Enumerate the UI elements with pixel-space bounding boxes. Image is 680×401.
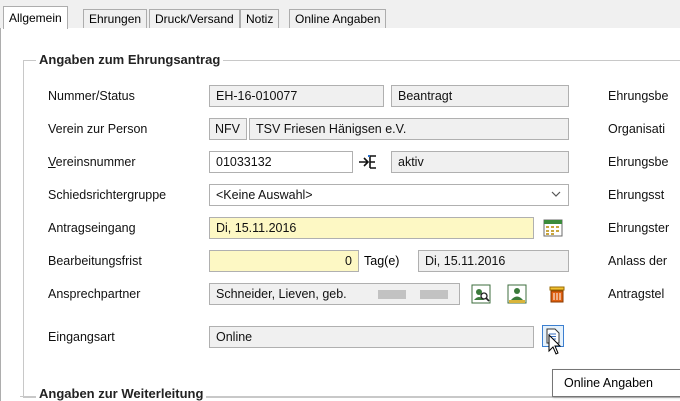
right-label-ehrungsbe: Ehrungsbe <box>608 89 669 103</box>
verband-short-field: NFV <box>209 118 247 140</box>
tab-ehrungen[interactable]: Ehrungen <box>83 9 148 28</box>
schiedsrichtergruppe-select[interactable]: <Keine Auswahl> <box>209 184 569 206</box>
link-arrow-icon[interactable] <box>357 151 379 173</box>
tab-online-angaben[interactable]: Online Angaben <box>289 9 387 28</box>
ansprechpartner-field: Schneider, Lieven, geb. <box>209 283 460 305</box>
right-label-ehrungsbe-2: Ehrungsbe <box>608 155 669 169</box>
right-label-anlass: Anlass der <box>608 254 668 268</box>
schiedsrichtergruppe-value: <Keine Auswahl> <box>216 188 313 202</box>
antrag-number-field: EH-16-010077 <box>209 85 384 107</box>
right-label-antragsteller: Antragstel <box>608 287 665 301</box>
label-antragseingang: Antragseingang <box>48 221 136 235</box>
right-label-ehrungstermin: Ehrungster <box>608 221 670 235</box>
eingangsart-field: Online <box>209 326 534 348</box>
vereinsstatus-field: aktiv <box>391 151 569 173</box>
tab-allgemein[interactable]: Allgemein <box>3 6 68 29</box>
frist-unit-label: Tag(e) <box>364 254 400 268</box>
label-nummer-status: Nummer/Status <box>48 89 135 103</box>
tab-druck-versand[interactable]: Druck/Versand <box>149 9 240 28</box>
verein-name-field: TSV Friesen Hänigsen e.V. <box>249 118 569 140</box>
label-ansprechpartner: Ansprechpartner <box>48 287 141 301</box>
antragseingang-input[interactable]: Di, 15.11.2016 <box>209 217 534 239</box>
redacted-block <box>378 290 406 299</box>
tooltip-online-angaben: Online Angaben <box>552 369 680 397</box>
trash-icon[interactable] <box>546 283 568 305</box>
label-bearbeitungsfrist: Bearbeitungsfrist <box>48 254 142 268</box>
frist-date-field: Di, 15.11.2016 <box>418 250 569 272</box>
right-label-organisation: Organisati <box>608 122 665 136</box>
label-verein: Verein zur Person <box>48 122 148 136</box>
person-card-icon[interactable] <box>506 283 528 305</box>
person-search-icon[interactable] <box>470 283 492 305</box>
right-label-ehrungsstufe: Ehrungsst <box>608 188 665 202</box>
calendar-icon[interactable] <box>542 217 564 239</box>
label-vereinsnummer: Vereinsnummer <box>48 155 136 169</box>
ansprechpartner-value: Schneider, Lieven, geb. <box>216 287 347 301</box>
tab-bar: Allgemein Ehrungen Druck/Versand Notiz O… <box>0 6 680 29</box>
section-title-ehrungsantrag: Angaben zum Ehrungsantrag <box>36 52 224 67</box>
chevron-down-icon[interactable] <box>550 188 562 203</box>
frist-days-input[interactable]: 0 <box>209 250 359 272</box>
mouse-cursor-icon <box>548 333 562 359</box>
section-title-weiterleitung: Angaben zur Weiterleitung <box>36 386 207 401</box>
status-field: Beantragt <box>391 85 569 107</box>
label-schiedsrichtergruppe: Schiedsrichtergruppe <box>48 188 167 202</box>
redacted-block <box>420 290 448 299</box>
vereinsnummer-input[interactable]: 01033132 <box>209 151 353 173</box>
tab-notiz[interactable]: Notiz <box>240 9 280 28</box>
label-eingangsart: Eingangsart <box>48 330 115 344</box>
